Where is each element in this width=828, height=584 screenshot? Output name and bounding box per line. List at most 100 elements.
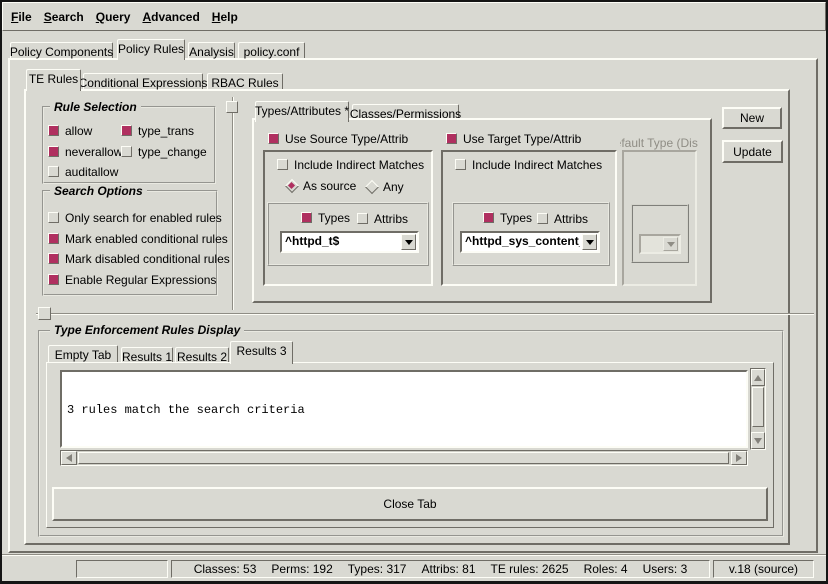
mark-disabled-option: Mark disabled conditional rules (48, 252, 230, 265)
arrow-left-icon[interactable] (61, 451, 77, 465)
tab-te-rules[interactable]: TE Rules (26, 69, 81, 91)
auditallow-checkbox[interactable] (48, 166, 59, 177)
target-indirect-checkbox[interactable] (455, 159, 466, 170)
status-left-cell (76, 560, 168, 578)
regex-checkbox[interactable] (48, 274, 59, 285)
vertical-scroll-thumb[interactable] (752, 387, 764, 427)
auditallow-label: auditallow (65, 165, 118, 179)
target-attribs-checkbox[interactable] (537, 213, 548, 224)
stat-users: Users: 3 (643, 562, 688, 576)
mark-enabled-option: Mark enabled conditional rules (48, 232, 228, 245)
source-attribs-label: Attribs (374, 212, 408, 226)
stat-te-rules: TE rules: 2625 (491, 562, 569, 576)
horizontal-sash-handle[interactable] (38, 307, 51, 320)
vertical-sash-handle[interactable] (226, 101, 238, 113)
enabled-rules-label: Only search for enabled rules (65, 211, 222, 225)
source-indirect-label: Include Indirect Matches (294, 158, 424, 172)
allow-option: allow (48, 124, 92, 137)
neverallow-checkbox[interactable] (48, 146, 59, 157)
stat-types: Types: 317 (348, 562, 407, 576)
stat-classes: Classes: 53 (194, 562, 257, 576)
results-text-area[interactable]: 3 rules match the search criteria (5822)… (60, 370, 748, 448)
new-button[interactable]: New (722, 107, 782, 129)
app-window: File Search Query Advanced Help Policy C… (0, 0, 828, 584)
menu-file[interactable]: File (5, 8, 38, 26)
menubar: File Search Query Advanced Help (2, 2, 826, 31)
target-types-label: Types (500, 211, 532, 225)
source-attribs-option: Attribs (357, 212, 408, 225)
menu-advanced[interactable]: Advanced (136, 8, 205, 26)
vertical-sash[interactable] (232, 97, 234, 310)
vertical-scroll-track[interactable] (751, 386, 765, 432)
horizontal-scroll-thumb[interactable] (78, 452, 729, 464)
use-target-checkbox[interactable] (446, 133, 457, 144)
target-attribs-option: Attribs (537, 212, 588, 225)
arrow-up-icon[interactable] (751, 369, 765, 386)
menu-help[interactable]: Help (206, 8, 244, 26)
source-types-checkbox[interactable] (301, 212, 312, 223)
source-type-combobox[interactable]: ^httpd_t$ (280, 231, 419, 253)
horizontal-scroll-track[interactable] (77, 451, 731, 465)
regex-label: Enable Regular Expressions (65, 273, 216, 287)
arrow-right-icon[interactable] (731, 451, 747, 465)
as-source-radio[interactable] (286, 180, 297, 191)
tab-policy-rules[interactable]: Policy Rules (117, 39, 185, 60)
close-tab-button[interactable]: Close Tab (52, 487, 768, 521)
neverallow-option: neverallow (48, 145, 122, 158)
tab-policy-components[interactable]: Policy Components (10, 42, 113, 58)
results-horizontal-scrollbar[interactable] (60, 450, 748, 466)
chevron-down-icon[interactable] (582, 234, 597, 250)
chevron-down-icon[interactable] (401, 234, 416, 250)
auditallow-option: auditallow (48, 165, 118, 178)
tab-analysis[interactable]: Analysis (188, 42, 235, 58)
type-trans-checkbox[interactable] (121, 125, 132, 136)
target-types-checkbox[interactable] (483, 212, 494, 223)
type-trans-option: type_trans (121, 124, 194, 137)
arrow-down-icon[interactable] (751, 432, 765, 449)
horizontal-sash[interactable] (36, 313, 814, 315)
any-label: Any (383, 180, 404, 194)
tab-conditional-expressions[interactable]: Conditional Expressions (83, 73, 203, 89)
menu-query[interactable]: Query (90, 8, 137, 26)
tab-results-2[interactable]: Results 2 (175, 347, 229, 362)
allow-checkbox[interactable] (48, 125, 59, 136)
allow-label: allow (65, 124, 92, 138)
search-options-title: Search Options (50, 184, 147, 198)
type-change-label: type_change (138, 145, 207, 159)
use-source-label: Use Source Type/Attrib (285, 132, 408, 146)
results-summary: 3 rules match the search criteria (67, 403, 741, 417)
default-type-combobox (639, 234, 681, 254)
mark-disabled-checkbox[interactable] (48, 253, 59, 264)
tab-results-1[interactable]: Results 1 (121, 347, 173, 362)
use-source-checkbox[interactable] (268, 133, 279, 144)
target-type-value[interactable]: ^httpd_sys_content_t$ (465, 234, 580, 248)
statusbar: Classes: 53 Perms: 192 Types: 317 Attrib… (2, 554, 826, 581)
mark-enabled-label: Mark enabled conditional rules (65, 232, 228, 246)
enabled-rules-checkbox[interactable] (48, 212, 59, 223)
tab-types-attributes[interactable]: Types/Attributes * (255, 101, 349, 122)
results-group-title: Type Enforcement Rules Display (50, 323, 244, 337)
results-vertical-scrollbar[interactable] (750, 368, 766, 450)
source-attribs-checkbox[interactable] (357, 213, 368, 224)
use-target-label: Use Target Type/Attrib (463, 132, 581, 146)
as-source-label: As source (303, 179, 356, 193)
type-change-checkbox[interactable] (121, 146, 132, 157)
tab-classes-permissions[interactable]: Classes/Permissions (352, 104, 459, 118)
enabled-rules-option: Only search for enabled rules (48, 211, 222, 224)
any-radio[interactable] (366, 181, 377, 192)
tab-empty-tab[interactable]: Empty Tab (48, 345, 118, 362)
target-type-combobox[interactable]: ^httpd_sys_content_t$ (460, 231, 600, 253)
rule-selection-title: Rule Selection (50, 100, 141, 114)
update-button[interactable]: Update (722, 140, 783, 163)
type-trans-label: type_trans (138, 124, 194, 138)
stat-roles: Roles: 4 (584, 562, 628, 576)
source-indirect-checkbox[interactable] (277, 159, 288, 170)
any-option: Any (366, 180, 404, 193)
mark-enabled-checkbox[interactable] (48, 233, 59, 244)
source-type-value[interactable]: ^httpd_t$ (285, 234, 399, 248)
tab-rbac-rules[interactable]: RBAC Rules (207, 73, 283, 89)
tab-results-3[interactable]: Results 3 (230, 341, 293, 364)
regex-option: Enable Regular Expressions (48, 273, 216, 286)
menu-search[interactable]: Search (38, 8, 90, 26)
tab-policy-conf[interactable]: policy.conf (238, 42, 305, 58)
